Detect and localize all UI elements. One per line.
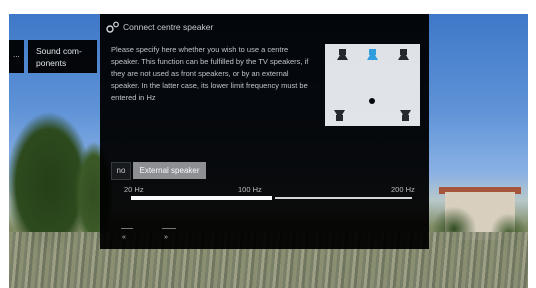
- sidebar-item-label-text: Sound com- ponents: [36, 46, 82, 68]
- speaker-settings-icon: [106, 21, 119, 33]
- front-right-speaker-icon: [398, 49, 409, 60]
- rear-left-speaker-icon: [334, 110, 345, 121]
- sidebar-item-label: Sound com- ponents: [36, 45, 94, 69]
- slider-tick-label: 100 Hz: [238, 185, 262, 194]
- centre-speaker-icon: [367, 49, 378, 60]
- tv-screen: ... Sound com- ponents Connect centre sp…: [9, 14, 528, 288]
- sidebar-item-sound-components[interactable]: Sound com- ponents: [28, 40, 97, 73]
- nav-next-button[interactable]: »: [164, 234, 168, 241]
- frequency-slider[interactable]: [131, 196, 412, 200]
- rear-right-speaker-icon: [400, 110, 411, 121]
- option-no[interactable]: no: [111, 162, 131, 180]
- slider-tick-label: 20 Hz: [124, 185, 144, 194]
- frequency-slider-handle[interactable]: [272, 196, 275, 200]
- listener-icon: [369, 98, 375, 104]
- sidebar-item-previous[interactable]: ...: [9, 40, 24, 73]
- nav-previous-button[interactable]: «: [122, 234, 126, 241]
- connect-centre-speaker-dialog: Connect centre speaker Please specify he…: [100, 14, 429, 249]
- speaker-layout-diagram: [325, 44, 420, 126]
- frequency-slider-fill: [131, 196, 272, 200]
- dialog-title: Connect centre speaker: [123, 22, 214, 32]
- front-left-speaker-icon: [337, 49, 348, 60]
- dialog-description: Please specify here whether you wish to …: [111, 45, 309, 102]
- divider: [162, 228, 176, 229]
- sidebar-item-label: ...: [13, 50, 20, 59]
- option-external-speaker[interactable]: External speaker: [133, 162, 206, 179]
- divider: [121, 228, 133, 229]
- slider-tick-label: 200 Hz: [391, 185, 415, 194]
